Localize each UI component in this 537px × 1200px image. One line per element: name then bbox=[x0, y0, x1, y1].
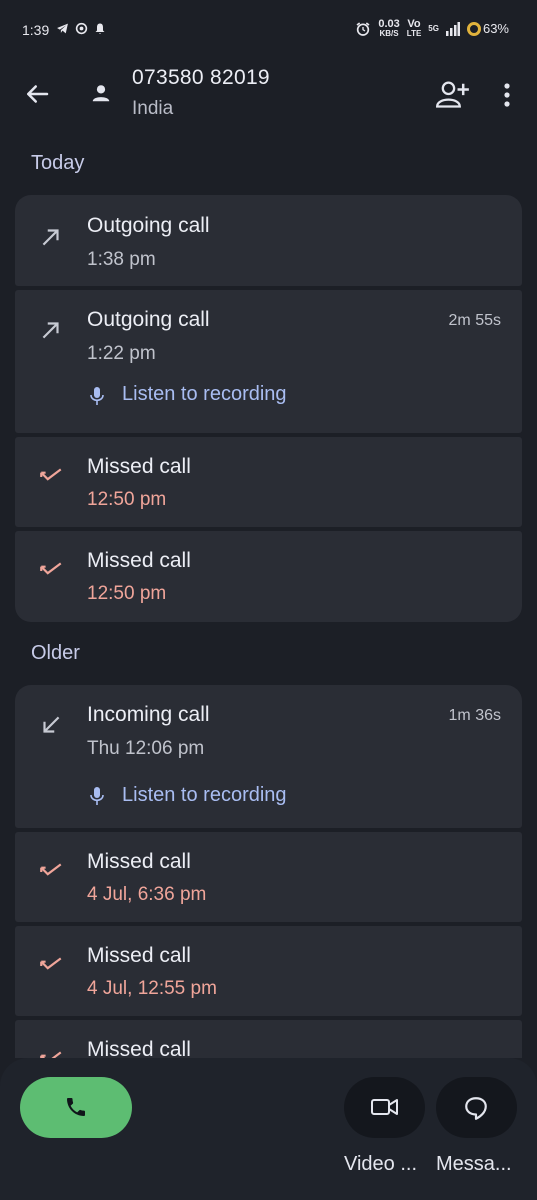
country-label: India bbox=[132, 98, 174, 119]
listen-to-recording-link[interactable]: Listen to recording bbox=[122, 383, 287, 406]
network-type: 5G bbox=[428, 23, 439, 33]
call-duration: 2m 55s bbox=[448, 312, 501, 329]
phone-icon bbox=[67, 1098, 85, 1116]
call-log-entry[interactable]: Missed call 12:50 pm bbox=[15, 437, 522, 527]
listen-to-recording-link[interactable]: Listen to recording bbox=[122, 784, 287, 807]
video-call-button[interactable] bbox=[344, 1077, 425, 1138]
phone-number: 073580 82019 bbox=[132, 66, 270, 89]
volte-indicator: Vo LTE bbox=[406, 18, 422, 38]
back-arrow-icon[interactable] bbox=[22, 79, 52, 109]
status-time: 1:39 bbox=[22, 22, 50, 38]
call-log-entry[interactable]: Outgoing call 1:22 pm 2m 55s Listen to r… bbox=[15, 290, 522, 433]
message-label: Messa... bbox=[436, 1153, 512, 1175]
call-type: Missed call bbox=[87, 850, 191, 873]
battery-icon bbox=[466, 21, 481, 36]
call-log-entry[interactable]: Missed call 4 Jul, 12:55 pm bbox=[15, 926, 522, 1016]
section-title-older: Older bbox=[31, 642, 80, 664]
battery-percent: 63% bbox=[482, 21, 509, 36]
call-log-entry[interactable]: Incoming call Thu 12:06 pm 1m 36s Listen… bbox=[15, 685, 522, 828]
call-type: Missed call bbox=[87, 549, 191, 572]
signal-strength-icon bbox=[445, 21, 460, 36]
missed-call-icon bbox=[40, 863, 62, 876]
call-duration: 1m 36s bbox=[448, 707, 501, 724]
status-bar: 1:39 0.03 KB/S Vo LTE 5G 63% bbox=[0, 0, 537, 62]
call-type: Missed call bbox=[87, 1038, 191, 1058]
outgoing-call-icon bbox=[42, 229, 59, 246]
call-button[interactable] bbox=[20, 1077, 132, 1138]
microphone-icon bbox=[90, 787, 104, 805]
call-log-entry[interactable]: Missed call bbox=[15, 1020, 522, 1058]
contact-avatar-icon bbox=[92, 85, 110, 102]
missed-call-icon bbox=[40, 468, 62, 481]
video-camera-icon bbox=[371, 1099, 398, 1115]
missed-call-icon bbox=[40, 957, 62, 970]
call-log-entry[interactable]: Missed call 4 Jul, 6:36 pm bbox=[15, 832, 522, 922]
call-time: 12:50 pm bbox=[87, 489, 167, 510]
network-speed: 0.03 KB/S bbox=[378, 18, 400, 38]
call-log-entry[interactable]: Missed call 12:50 pm bbox=[15, 531, 522, 622]
alarm-icon bbox=[356, 21, 370, 36]
call-time: 12:50 pm bbox=[87, 583, 167, 604]
app-header: 073580 82019 India bbox=[0, 62, 537, 132]
incoming-call-icon bbox=[43, 716, 60, 733]
call-time: 4 Jul, 12:55 pm bbox=[87, 978, 217, 999]
call-time: 4 Jul, 6:36 pm bbox=[87, 884, 207, 905]
whatsapp-icon bbox=[75, 22, 88, 35]
call-time: 1:22 pm bbox=[87, 343, 156, 364]
microphone-icon bbox=[90, 387, 104, 405]
section-title-today: Today bbox=[31, 152, 85, 174]
call-type: Outgoing call bbox=[87, 308, 210, 331]
telegram-icon bbox=[57, 23, 68, 34]
add-contact-icon[interactable] bbox=[436, 79, 470, 109]
call-time: 1:38 pm bbox=[87, 249, 156, 270]
call-time: Thu 12:06 pm bbox=[87, 738, 205, 759]
more-options-icon[interactable] bbox=[497, 80, 517, 110]
call-type: Missed call bbox=[87, 944, 191, 967]
call-log-entry[interactable]: Outgoing call 1:38 pm bbox=[15, 195, 522, 286]
call-type: Missed call bbox=[87, 455, 191, 478]
message-button[interactable] bbox=[436, 1077, 517, 1138]
outgoing-call-icon bbox=[42, 322, 59, 339]
missed-call-icon bbox=[40, 1051, 62, 1058]
call-history-screen: 1:39 0.03 KB/S Vo LTE 5G 63% 073580 82019 … bbox=[0, 0, 537, 1200]
call-type: Incoming call bbox=[87, 703, 210, 726]
notification-bell-icon bbox=[95, 23, 105, 34]
message-bubble-icon bbox=[465, 1097, 487, 1120]
missed-call-icon bbox=[40, 562, 62, 575]
video-call-label: Video ... bbox=[344, 1153, 418, 1175]
call-type: Outgoing call bbox=[87, 214, 210, 237]
bottom-action-bar: Video ... Messa... bbox=[0, 1058, 537, 1200]
call-group-older: Incoming call Thu 12:06 pm 1m 36s Listen… bbox=[15, 685, 522, 1058]
